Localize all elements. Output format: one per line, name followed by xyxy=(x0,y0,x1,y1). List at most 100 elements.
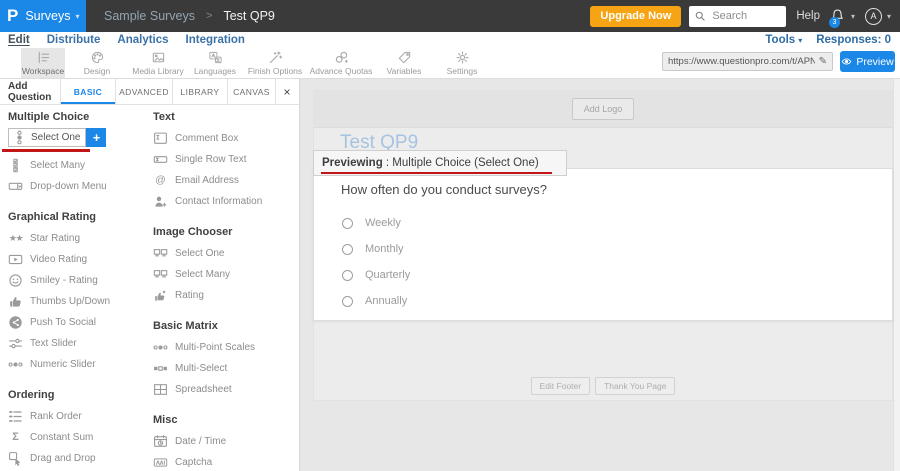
edit-url-icon[interactable]: ✎ xyxy=(819,56,827,67)
toolbar-languages[interactable]: Languages xyxy=(187,48,243,78)
nav-edit[interactable]: Edit xyxy=(8,34,30,46)
question-type-rating[interactable]: Rating xyxy=(153,285,299,306)
tab-library[interactable]: LIBRARY xyxy=(172,79,227,104)
question-type-label: Numeric Slider xyxy=(30,359,96,370)
date-time-icon xyxy=(153,434,168,449)
option-quarterly[interactable]: Quarterly xyxy=(342,262,410,288)
nav-analytics[interactable]: Analytics xyxy=(117,34,168,46)
option-annually[interactable]: Annually xyxy=(342,288,410,314)
thank-you-page-button[interactable]: Thank You Page xyxy=(595,377,675,395)
question-type-single-row-text[interactable]: Single Row Text xyxy=(153,149,299,170)
tab-canvas[interactable]: CANVAS xyxy=(227,79,275,104)
question-type-smiley-rating[interactable]: Smiley - Rating xyxy=(8,270,145,291)
question-type-select-many[interactable]: Select Many xyxy=(153,264,299,285)
option-weekly[interactable]: Weekly xyxy=(342,210,410,236)
question-type-label: Rating xyxy=(175,290,204,301)
question-type-label: Select One xyxy=(175,248,224,259)
toolbar-variables[interactable]: Variables xyxy=(375,48,433,78)
radio-icon[interactable] xyxy=(342,270,353,281)
add-question-button[interactable]: + xyxy=(86,128,106,147)
question-type-multi-point-scales[interactable]: Multi-Point Scales xyxy=(153,337,299,358)
question-type-select-many[interactable]: Select Many xyxy=(8,155,145,176)
workspace-icon xyxy=(36,50,51,65)
question-type-drop-down-menu[interactable]: Drop-down Menu xyxy=(8,176,145,197)
breadcrumb-parent[interactable]: Sample Surveys xyxy=(104,9,195,23)
radio-scale-icon xyxy=(8,357,23,372)
stars-icon: ★★ xyxy=(8,231,23,246)
question-card[interactable]: How often do you conduct surveys? Weekly… xyxy=(313,168,893,321)
radio-icon[interactable] xyxy=(342,296,353,307)
chevron-down-icon[interactable]: ▾ xyxy=(851,12,855,21)
question-type-thumbs-up-down[interactable]: Thumbs Up/Down xyxy=(8,291,145,312)
option-monthly[interactable]: Monthly xyxy=(342,236,410,262)
question-type-label: Drop-down Menu xyxy=(30,181,107,192)
scrollbar[interactable] xyxy=(893,79,900,471)
linked-rings-icon xyxy=(334,50,349,65)
question-type-text-slider[interactable]: Text Slider xyxy=(8,333,145,354)
search-box[interactable] xyxy=(689,6,786,27)
question-type-label: Spreadsheet xyxy=(175,384,232,395)
question-type-label: Constant Sum xyxy=(30,432,93,443)
avatar[interactable]: A xyxy=(865,8,882,25)
preview-button[interactable]: Preview xyxy=(840,51,895,72)
toolbar-advance-quotas[interactable]: Advance Quotas xyxy=(307,48,375,78)
question-type-list: Multiple ChoiceSelect One+Select ManyDro… xyxy=(0,105,299,471)
question-type-drag-and-drop[interactable]: Drag and Drop xyxy=(8,448,145,469)
question-type-email-address[interactable]: @ Email Address xyxy=(153,170,299,191)
topbar: P Surveys ▾ Sample Surveys > Test QP9 Up… xyxy=(0,0,900,32)
tools-menu[interactable]: Tools▾ xyxy=(765,34,802,46)
question-type-label: Date / Time xyxy=(175,436,226,447)
notifications-button[interactable]: 3 xyxy=(830,7,846,25)
question-type-star-rating[interactable]: ★★Star Rating xyxy=(8,228,145,249)
responses-count[interactable]: Responses: 0 xyxy=(816,34,891,46)
tab-advanced[interactable]: ADVANCED xyxy=(115,79,172,104)
chevron-down-icon[interactable]: ▾ xyxy=(887,12,891,21)
previewing-underline xyxy=(321,172,552,175)
question-type-push-to-social[interactable]: Push To Social xyxy=(8,312,145,333)
question-type-label: Email Address xyxy=(175,175,239,186)
question-type-spreadsheet[interactable]: Spreadsheet xyxy=(153,379,299,400)
section-text: Text xyxy=(153,111,299,124)
help-link[interactable]: Help xyxy=(796,10,820,22)
question-type-date-time[interactable]: Date / Time xyxy=(153,431,299,452)
edit-footer-button[interactable]: Edit Footer xyxy=(531,377,591,395)
question-type-constant-sum[interactable]: ΣConstant Sum xyxy=(8,427,145,448)
share-social-icon xyxy=(8,315,23,330)
toolbar-settings[interactable]: Settings xyxy=(433,48,491,78)
radio-icon[interactable] xyxy=(342,218,353,229)
question-type-captcha[interactable]: Captcha xyxy=(153,452,299,471)
question-type-multi-select[interactable]: Multi-Select xyxy=(153,358,299,379)
question-type-numeric-slider[interactable]: Numeric Slider xyxy=(8,354,145,375)
question-type-rank-order[interactable]: Rank Order xyxy=(8,406,145,427)
toolbar-workspace[interactable]: Workspace xyxy=(21,48,65,78)
previewing-question-type: : Multiple Choice (Select One) xyxy=(383,157,539,169)
question-type-video-rating[interactable]: Video Rating xyxy=(8,249,145,270)
palette-icon xyxy=(90,50,105,65)
radio-icon[interactable] xyxy=(342,244,353,255)
add-logo-button[interactable]: Add Logo xyxy=(572,98,635,120)
question-type-label: Drag and Drop xyxy=(30,453,96,464)
add-question-label: Add Question xyxy=(0,79,60,104)
close-panel-button[interactable]: × xyxy=(275,79,298,104)
answer-options: WeeklyMonthlyQuarterlyAnnually xyxy=(342,210,410,314)
survey-page: Add Logo Test QP9 Previewing : Multiple … xyxy=(313,90,893,401)
toolbar-media-library[interactable]: Media Library xyxy=(129,48,187,78)
toolbar-finish-options[interactable]: Finish Options xyxy=(243,48,307,78)
toolbar-label: Workspace xyxy=(22,66,64,76)
nav-distribute[interactable]: Distribute xyxy=(47,34,101,46)
question-type-contact-information[interactable]: Contact Information xyxy=(153,191,299,212)
toolbar-design[interactable]: Design xyxy=(65,48,129,78)
question-type-label: Select Many xyxy=(175,269,230,280)
question-type-select-one[interactable]: Select One xyxy=(153,243,299,264)
tab-basic[interactable]: BASIC xyxy=(60,79,115,104)
at-sign-icon: @ xyxy=(153,173,168,188)
upgrade-now-button[interactable]: Upgrade Now xyxy=(590,6,681,27)
question-type-select-one[interactable]: Select One xyxy=(8,128,86,147)
product-menu[interactable]: P Surveys ▾ xyxy=(0,0,86,32)
search-input[interactable] xyxy=(710,9,781,23)
question-type-comment-box[interactable]: Comment Box xyxy=(153,128,299,149)
question-type-label: Single Row Text xyxy=(175,154,247,165)
nav-integration[interactable]: Integration xyxy=(186,34,245,46)
question-type-label: Rank Order xyxy=(30,411,82,422)
survey-url-box[interactable]: https://www.questionpro.com/t/APNrfZ ✎ xyxy=(662,52,833,71)
